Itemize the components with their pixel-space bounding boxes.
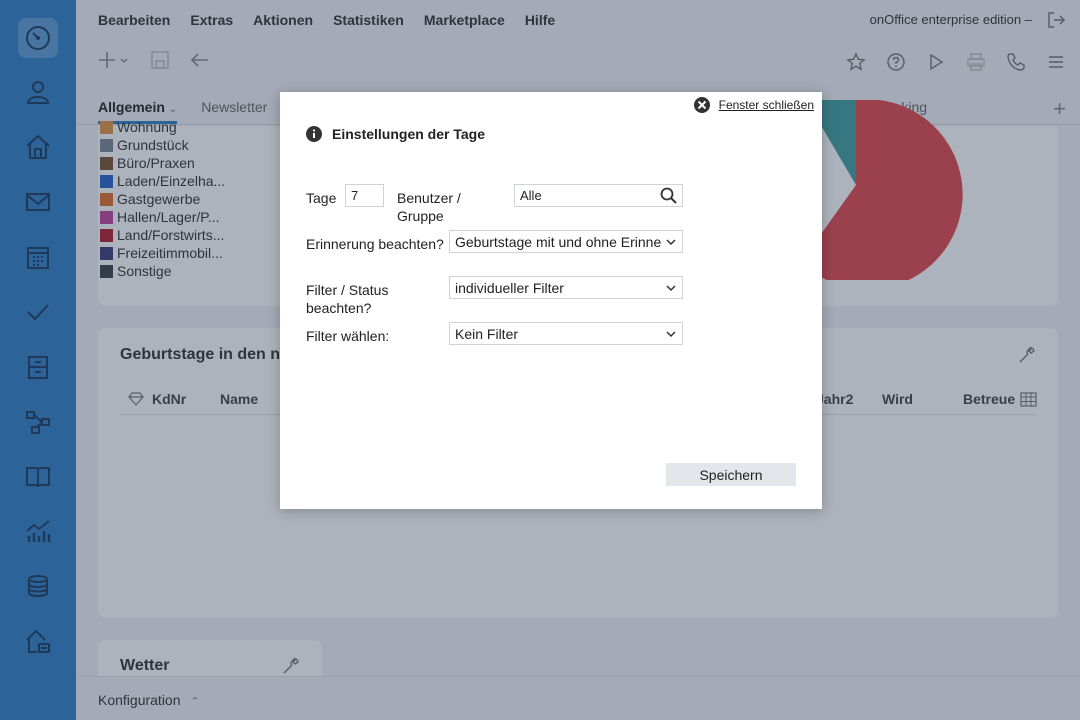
dialog-title-text: Einstellungen der Tage (332, 126, 485, 142)
info-icon (306, 126, 322, 142)
filter-status-label-line2: beachten? (306, 300, 372, 316)
benutzer-search-field[interactable]: Alle (514, 184, 683, 207)
close-window-label: Fenster schließen (718, 98, 814, 112)
close-window-button[interactable]: Fenster schließen (693, 96, 814, 114)
benutzer-label-line1: Benutzer / (397, 190, 461, 206)
chevron-down-icon (666, 238, 676, 245)
filter-status-select[interactable]: individueller Filter (449, 276, 683, 299)
filter-waehlen-select[interactable]: Kein Filter (449, 322, 683, 345)
save-button[interactable]: Speichern (666, 463, 796, 486)
dialog-title: Einstellungen der Tage (306, 126, 485, 142)
filter-status-value: individueller Filter (455, 279, 564, 296)
search-icon[interactable] (660, 187, 677, 204)
tage-input[interactable] (345, 184, 384, 207)
chevron-down-icon (666, 330, 676, 337)
filter-waehlen-value: Kein Filter (455, 325, 519, 342)
filter-waehlen-label: Filter wählen: (306, 328, 390, 344)
close-icon (693, 97, 710, 113)
benutzer-label-line2: Gruppe (397, 208, 444, 224)
tage-label: Tage (306, 190, 337, 206)
erinnerung-select[interactable]: Geburtstage mit und ohne Erinnerung (449, 230, 683, 253)
benutzer-value: Alle (520, 188, 542, 203)
chevron-down-icon (666, 284, 676, 291)
erinnerung-value: Geburtstage mit und ohne Erinnerung (455, 233, 661, 250)
settings-dialog: Fenster schließen Einstellungen der Tage… (280, 92, 822, 509)
erinnerung-label: Erinnerung beachten? (306, 236, 444, 252)
filter-status-label-line1: Filter / Status (306, 282, 389, 298)
